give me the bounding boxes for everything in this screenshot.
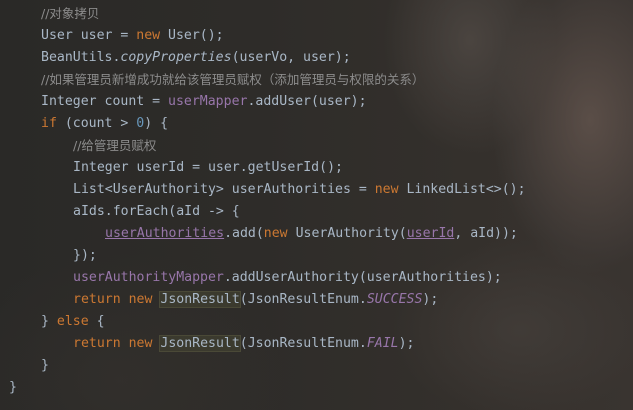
code-token: JsonResult (159, 291, 241, 308)
code-line[interactable]: Integer count = userMapper.addUser(user)… (41, 91, 367, 113)
code-token: (JsonResultEnum. (239, 292, 367, 307)
code-line[interactable]: if (count > 0) { (41, 113, 168, 135)
code-token: return (73, 292, 121, 307)
code-token: aIds.forEach(aId -> { (73, 204, 240, 219)
code-token: User user = (41, 28, 137, 43)
code-line[interactable]: aIds.forEach(aId -> { (73, 201, 240, 223)
code-token: copyProperties (120, 50, 232, 65)
code-token: userId (406, 226, 455, 241)
code-line[interactable]: User user = new User(); (41, 25, 224, 47)
code-token: userAuthorities (105, 226, 225, 241)
code-token: } (41, 314, 57, 329)
code-line[interactable]: return new JsonResult(JsonResultEnum.FAI… (73, 333, 414, 355)
code-comment: //给管理员赋权 (73, 138, 157, 153)
code-token: ); (422, 292, 439, 307)
code-token: .add( (224, 226, 264, 241)
code-token: if (41, 116, 57, 131)
code-line[interactable]: //对象拷贝 (41, 3, 99, 25)
code-token: new (374, 182, 399, 197)
code-line[interactable]: }); (73, 245, 97, 267)
code-line[interactable]: BeanUtils.copyProperties(userVo, user); (41, 47, 351, 69)
code-line[interactable]: userAuthorityMapper.addUserAuthority(use… (73, 267, 502, 289)
code-token: , aId)); (454, 226, 518, 241)
code-token: userMapper (168, 94, 248, 109)
code-token: new (128, 336, 153, 351)
code-token: (count > (56, 116, 137, 131)
code-token: return (73, 336, 121, 351)
code-token: BeanUtils. (41, 50, 121, 65)
code-token: new (263, 226, 288, 241)
code-line[interactable]: //给管理员赋权 (73, 135, 156, 157)
code-line[interactable]: List<UserAuthority> userAuthorities = ne… (73, 179, 526, 201)
code-token: new (136, 28, 161, 43)
code-token: .addUserAuthority(userAuthorities); (223, 270, 502, 285)
code-token: JsonResult (159, 335, 241, 352)
code-token: (userVo, user); (231, 50, 351, 65)
code-token: ) { (144, 116, 169, 131)
code-token: ); (398, 336, 415, 351)
code-line[interactable]: return new JsonResult(JsonResultEnum.SUC… (73, 289, 438, 311)
code-token: LinkedList<>(); (398, 182, 526, 197)
code-token: new (128, 292, 153, 307)
code-token: } (41, 358, 49, 373)
code-line[interactable]: //如果管理员新增成功就给该管理员赋权（添加管理员与权限的关系） (41, 69, 424, 91)
code-token: Integer count = (41, 94, 169, 109)
code-line[interactable]: userAuthorities.add(new UserAuthority(us… (105, 223, 518, 245)
code-token: FAIL (366, 336, 399, 351)
code-token: userAuthorityMapper (73, 270, 224, 285)
code-token: else (56, 314, 89, 329)
code-token: .addUser(user); (247, 94, 367, 109)
code-token: }); (73, 248, 97, 263)
code-editor[interactable]: //对象拷贝 User user = new User(); BeanUtils.c… (0, 0, 633, 410)
code-token: (JsonResultEnum. (239, 336, 367, 351)
code-comment: //对象拷贝 (41, 6, 100, 21)
code-token: SUCCESS (366, 292, 423, 307)
code-line[interactable]: Integer userId = user.getUserId(); (73, 157, 343, 179)
code-token: } (9, 380, 17, 395)
code-token: List<UserAuthority> userAuthorities = (73, 182, 375, 197)
code-line[interactable]: } (9, 377, 17, 399)
code-line[interactable]: } else { (41, 311, 105, 333)
code-line[interactable]: } (41, 355, 49, 377)
code-token: UserAuthority( (287, 226, 407, 241)
code-token: Integer userId = user.getUserId(); (73, 160, 343, 175)
code-token: { (88, 314, 105, 329)
code-comment: //如果管理员新增成功就给该管理员赋权（添加管理员与权限的关系） (41, 72, 425, 87)
code-token: User(); (160, 28, 224, 43)
